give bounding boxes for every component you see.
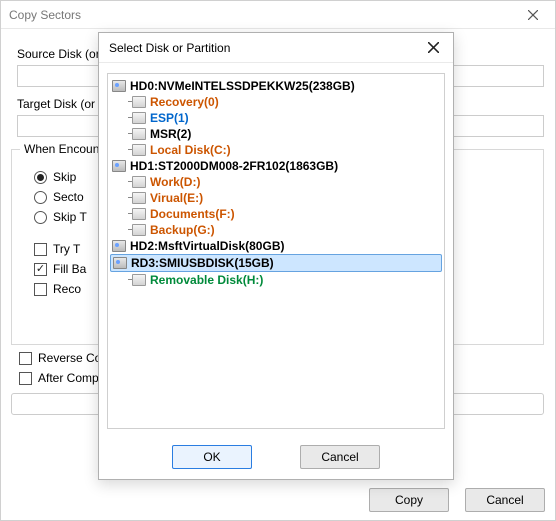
disk-label: HD2:MsftVirtualDisk(80GB): [130, 238, 284, 254]
disk-label: HD1:ST2000DM008-2FR102(1863GB): [130, 158, 338, 174]
close-icon: [428, 42, 439, 53]
radio-icon: [34, 171, 47, 184]
outer-titlebar: Copy Sectors: [1, 1, 555, 29]
partition-icon: [132, 274, 146, 286]
partition-label: Backup(G:): [150, 222, 215, 238]
inner-cancel-button[interactable]: Cancel: [300, 445, 380, 469]
check-reverse-label: Reverse Co: [38, 351, 101, 365]
disk-icon: [112, 160, 126, 172]
partition-icon: [132, 96, 146, 108]
radio-skip-label: Skip: [53, 170, 76, 184]
checkbox-icon: [34, 243, 47, 256]
partition-icon: [132, 192, 146, 204]
disk-icon: [113, 257, 127, 269]
radio-sector-label: Secto: [53, 190, 84, 204]
checkbox-icon: [19, 352, 32, 365]
disk-icon: [112, 240, 126, 252]
copy-button[interactable]: Copy: [369, 488, 449, 512]
partition-icon: [132, 144, 146, 156]
partition-icon: [132, 112, 146, 124]
partition-label: MSR(2): [150, 126, 191, 142]
check-fill-label: Fill Ba: [53, 262, 86, 276]
disk-row[interactable]: RD3:SMIUSBDISK(15GB): [110, 254, 442, 272]
inner-titlebar: Select Disk or Partition: [99, 33, 453, 63]
partition-row[interactable]: Virual(E:): [110, 190, 442, 206]
disk-tree[interactable]: HD0:NVMeINTELSSDPEKKW25(238GB)Recovery(0…: [107, 73, 445, 429]
disk-row[interactable]: HD2:MsftVirtualDisk(80GB): [110, 238, 442, 254]
partition-row[interactable]: Documents(F:): [110, 206, 442, 222]
partition-row[interactable]: Local Disk(C:): [110, 142, 442, 158]
partition-row[interactable]: Work(D:): [110, 174, 442, 190]
partition-icon: [132, 208, 146, 220]
copy-button-label: Copy: [395, 493, 423, 507]
partition-label: ESP(1): [150, 110, 189, 126]
disk-icon: [112, 80, 126, 92]
partition-label: Local Disk(C:): [150, 142, 231, 158]
radio-skip-t-label: Skip T: [53, 210, 87, 224]
checkbox-icon: [19, 372, 32, 385]
partition-icon: [132, 176, 146, 188]
radio-icon: [34, 191, 47, 204]
inner-buttons: OK Cancel: [99, 445, 453, 469]
checkbox-icon: [34, 283, 47, 296]
check-try-label: Try T: [53, 242, 80, 256]
partition-row[interactable]: Recovery(0): [110, 94, 442, 110]
partition-label: Documents(F:): [150, 206, 235, 222]
partition-row[interactable]: MSR(2): [110, 126, 442, 142]
partition-label: Work(D:): [150, 174, 200, 190]
inner-cancel-label: Cancel: [321, 450, 358, 464]
disk-label: HD0:NVMeINTELSSDPEKKW25(238GB): [130, 78, 355, 94]
select-disk-dialog: Select Disk or Partition HD0:NVMeINTELSS…: [98, 32, 454, 480]
check-reco-label: Reco: [53, 282, 81, 296]
outer-title: Copy Sectors: [1, 8, 81, 22]
partition-label: Removable Disk(H:): [150, 272, 263, 288]
partition-label: Virual(E:): [150, 190, 203, 206]
disk-row[interactable]: HD0:NVMeINTELSSDPEKKW25(238GB): [110, 78, 442, 94]
close-icon: [528, 10, 538, 20]
check-after-label: After Comp: [38, 371, 99, 385]
group-legend: When Encoun: [20, 142, 103, 156]
partition-icon: [132, 128, 146, 140]
outer-cancel-label: Cancel: [486, 493, 523, 507]
partition-icon: [132, 224, 146, 236]
checkbox-icon: [34, 263, 47, 276]
partition-label: Recovery(0): [150, 94, 219, 110]
outer-cancel-button[interactable]: Cancel: [465, 488, 545, 512]
partition-row[interactable]: Backup(G:): [110, 222, 442, 238]
radio-icon: [34, 211, 47, 224]
outer-buttons: Copy Cancel: [369, 488, 545, 512]
ok-button[interactable]: OK: [172, 445, 252, 469]
partition-row[interactable]: Removable Disk(H:): [110, 272, 442, 288]
disk-row[interactable]: HD1:ST2000DM008-2FR102(1863GB): [110, 158, 442, 174]
inner-title: Select Disk or Partition: [99, 41, 230, 55]
ok-button-label: OK: [203, 450, 220, 464]
outer-close-button[interactable]: [511, 1, 555, 29]
inner-close-button[interactable]: [413, 33, 453, 63]
disk-label: RD3:SMIUSBDISK(15GB): [131, 255, 274, 271]
partition-row[interactable]: ESP(1): [110, 110, 442, 126]
